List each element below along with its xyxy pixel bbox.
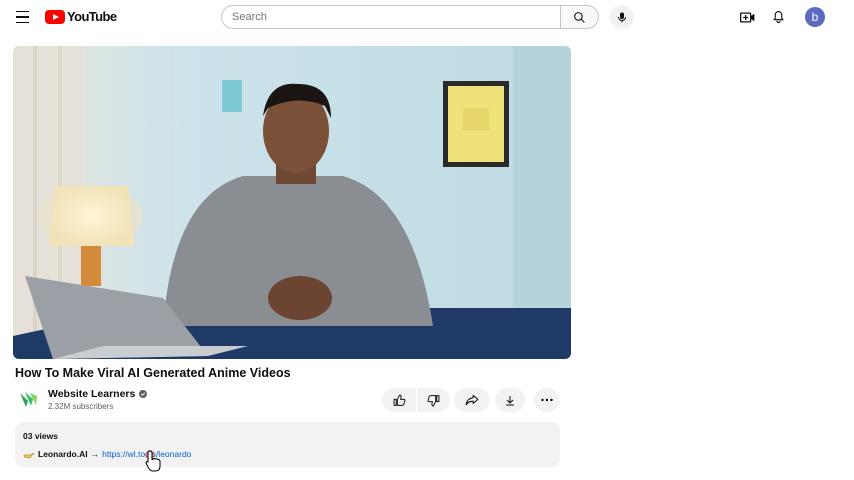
thumbs-up-icon <box>393 394 405 406</box>
share-icon <box>465 394 479 406</box>
pointing-hand-icon <box>23 452 35 458</box>
share-button[interactable] <box>454 388 490 412</box>
microphone-icon <box>618 12 626 22</box>
arrow-text: → <box>90 449 100 459</box>
bell-icon <box>772 11 784 23</box>
view-count: 03 views <box>23 431 58 441</box>
youtube-play-icon <box>45 9 65 24</box>
account-avatar[interactable]: b <box>805 7 825 27</box>
dislike-button[interactable] <box>417 388 450 412</box>
description-brand: Leonardo.AI <box>38 449 88 459</box>
download-icon <box>506 395 514 405</box>
more-horizontal-icon <box>541 398 553 402</box>
voice-search-button[interactable] <box>610 5 634 29</box>
description-link[interactable]: https://wl.tools/leonardo <box>102 449 191 459</box>
logo-text: YouTube <box>67 9 117 24</box>
video-title: How To Make Viral AI Generated Anime Vid… <box>15 366 291 380</box>
subscriber-count: 2.32M subscribers <box>48 402 114 411</box>
youtube-logo[interactable]: YouTube <box>45 9 117 24</box>
create-button[interactable] <box>737 7 757 27</box>
download-button[interactable] <box>495 388 525 412</box>
notifications-button[interactable] <box>768 7 788 27</box>
search-icon <box>574 11 585 23</box>
search-bar <box>221 5 599 29</box>
channel-name-text: Website Learners <box>48 388 136 400</box>
channel-logo[interactable] <box>17 389 39 411</box>
menu-icon[interactable] <box>12 6 34 28</box>
video-player[interactable] <box>13 46 571 359</box>
top-bar: YouTube b <box>0 0 854 34</box>
video-frame <box>13 46 571 359</box>
thumbs-down-icon <box>427 394 440 406</box>
channel-logo-icon <box>20 392 37 407</box>
search-input[interactable] <box>221 5 560 29</box>
more-actions-button[interactable] <box>534 388 560 412</box>
description-box[interactable]: 03 views Leonardo.AI → https://wl.tools/… <box>15 422 560 467</box>
verified-icon <box>139 390 148 398</box>
like-button[interactable] <box>382 388 416 412</box>
video-add-icon <box>739 12 754 22</box>
channel-name[interactable]: Website Learners <box>48 388 148 400</box>
description-line: Leonardo.AI → https://wl.tools/leonardo <box>23 449 191 459</box>
search-button[interactable] <box>560 5 599 29</box>
